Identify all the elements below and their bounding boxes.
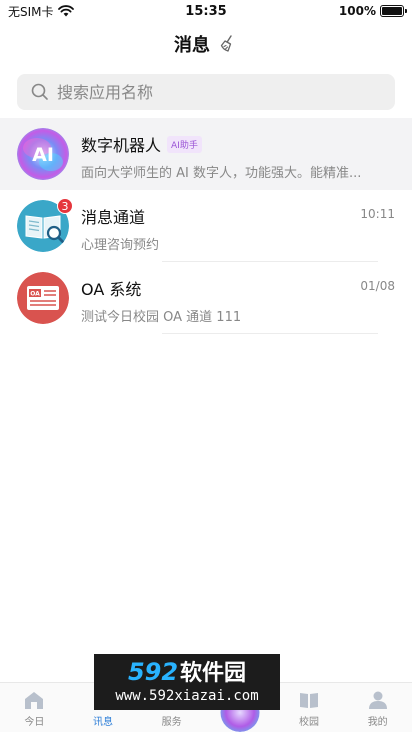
list-item-oa-system[interactable]: OA OA 系统 测试今日校园 OA 通道 111 01/08 [0,262,412,334]
list-item-time: 10:11 [360,207,395,221]
ai-avatar-icon: AI [17,128,69,180]
tab-label: 服务 [161,717,182,728]
battery-percent: 100% [338,4,376,18]
list-item-digital-robot[interactable]: AI 数字机器人 AI助手 面向大学师生的 AI 数字人，功能强大。能精准... [0,118,412,190]
tab-mine[interactable]: 我的 [343,683,412,732]
list-item-body: 数字机器人 AI助手 面向大学师生的 AI 数字人，功能强大。能精准... [81,118,395,190]
list-item-message-channel[interactable]: 3 消息通道 心理咨询预约 10:11 [0,190,412,262]
tab-label: 校园 [299,717,320,728]
list-item-title: 消息通道 [81,208,146,227]
watermark-name: 软件园 [180,661,247,686]
carrier-label: 无SIM卡 [8,4,54,19]
divider [162,333,378,334]
tab-campus[interactable]: 校园 [275,683,344,732]
message-list: AI 数字机器人 AI助手 面向大学师生的 AI 数字人，功能强大。能精准...… [0,118,412,334]
list-item-title: 数字机器人 [81,136,162,155]
search-bar[interactable] [17,74,395,110]
battery-icon [380,5,407,17]
home-icon [25,692,44,709]
svg-text:OA: OA [30,291,40,298]
status-bar: 无SIM卡 15:35 100% [0,0,412,22]
status-left: 无SIM卡 [8,3,74,20]
user-icon [368,691,387,709]
avatar: AI [17,128,69,180]
tab-today[interactable]: 今日 [0,683,69,732]
broom-icon[interactable] [218,34,238,54]
watermark-number: 592 [127,658,179,686]
avatar: OA [17,272,69,324]
list-item-title-row: OA 系统 [81,276,141,300]
list-item-subtitle: 测试今日校园 OA 通道 111 [81,310,242,325]
tab-label: 今日 [24,717,45,728]
wifi-icon [57,5,74,17]
list-item-time: 01/08 [360,279,395,293]
unread-badge: 3 [57,198,73,214]
svg-text:AI: AI [32,144,54,166]
oa-icon: OA [17,272,69,324]
list-item-subtitle: 心理咨询预约 [81,238,160,253]
watermark-banner: 592 软件园 www.592xiazai.com [94,654,280,710]
page-title: 消息 [174,35,210,56]
header: 消息 [0,26,412,62]
status-right: 100% [338,4,407,18]
watermark-logo: 592 软件园 [128,660,246,685]
search-input[interactable] [57,82,377,102]
watermark-url: www.592xiazai.com [115,688,259,704]
book-icon [300,693,319,708]
avatar: 3 [17,198,73,252]
list-item-title: OA 系统 [81,280,142,299]
tab-label: 讯息 [93,717,113,728]
list-item-body: 消息通道 心理咨询预约 10:11 [81,190,395,262]
list-item-body: OA 系统 测试今日校园 OA 通道 111 01/08 [81,262,395,334]
list-item-subtitle: 面向大学师生的 AI 数字人，功能强大。能精准... [81,166,362,181]
list-item-title-row: 消息通道 [81,204,145,228]
tab-label: 我的 [367,717,388,728]
search-icon [31,83,48,100]
ai-assistant-tag: AI助手 [167,135,202,153]
list-item-title-row: 数字机器人 AI助手 [81,132,202,156]
